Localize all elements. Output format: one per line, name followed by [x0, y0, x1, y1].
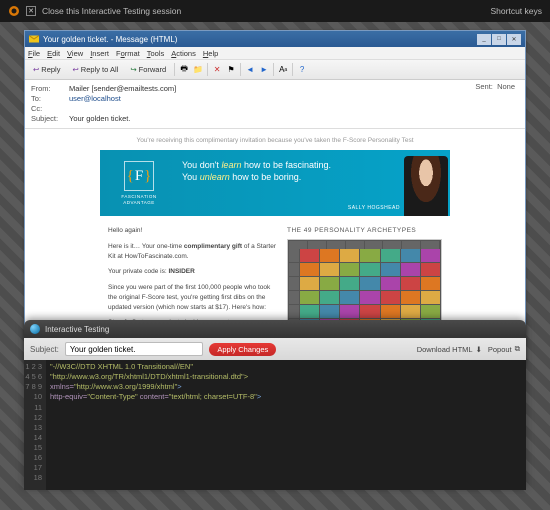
cc-label: Cc:: [31, 104, 69, 113]
maximize-button[interactable]: □: [492, 34, 506, 45]
hero-banner: F FASCINATIONADVANTAGE You don't learn h…: [100, 150, 450, 216]
download-html-link[interactable]: Download HTML ⬇: [417, 345, 482, 354]
from-value: Mailer [sender@emailtests.com]: [69, 84, 176, 93]
menu-edit[interactable]: Edit: [47, 49, 60, 58]
flag-icon[interactable]: ⚑: [225, 64, 237, 76]
menu-format[interactable]: Format: [116, 49, 140, 58]
dev-subject-bar: Subject: Apply Changes Download HTML ⬇ P…: [24, 338, 526, 360]
dev-orb-icon: [30, 324, 40, 334]
reply-button[interactable]: ↩Reply: [28, 62, 65, 77]
to-label: To:: [31, 94, 69, 103]
mail-toolbar: ↩Reply ↩Reply to All ↪Forward 🖶 📁 ✕ ⚑ ◄ …: [25, 60, 525, 80]
mail-headers: Sent: None From:Mailer [sender@emailtest…: [25, 80, 525, 129]
author-photo: [404, 156, 448, 216]
dev-panel: Interactive Testing Subject: Apply Chang…: [24, 320, 526, 490]
mail-menubar: File Edit View Insert Format Tools Actions Help: [25, 47, 525, 60]
dev-title: Interactive Testing: [45, 325, 109, 334]
move-icon[interactable]: 📁: [192, 64, 204, 76]
font-icon[interactable]: Aa: [277, 64, 289, 76]
menu-insert[interactable]: Insert: [90, 49, 109, 58]
dev-header: Interactive Testing: [24, 320, 526, 338]
app-logo-icon: [8, 5, 20, 17]
next-icon[interactable]: ►: [258, 64, 270, 76]
prev-icon[interactable]: ◄: [244, 64, 256, 76]
delete-icon[interactable]: ✕: [211, 64, 223, 76]
subject-label: Subject:: [31, 114, 69, 123]
reply-all-button[interactable]: ↩Reply to All: [67, 62, 123, 77]
menu-view[interactable]: View: [67, 49, 83, 58]
menu-help[interactable]: Help: [203, 49, 218, 58]
dev-subject-input[interactable]: [65, 342, 203, 356]
minimize-button[interactable]: _: [477, 34, 491, 45]
dev-subject-label: Subject:: [30, 345, 59, 354]
to-value: user@localhost: [69, 94, 121, 103]
close-session-icon[interactable]: ✕: [26, 6, 36, 16]
menu-actions[interactable]: Actions: [171, 49, 196, 58]
print-icon[interactable]: 🖶: [178, 64, 190, 76]
author-name: SALLY HOGSHEAD: [348, 205, 400, 211]
shortcut-keys-link[interactable]: Shortcut keys: [491, 6, 543, 16]
code-editor[interactable]: 1 2 3 4 5 6 7 8 9 10 11 12 13 14 15 16 1…: [24, 360, 526, 490]
mail-icon: [29, 34, 39, 44]
close-button[interactable]: ✕: [507, 34, 521, 45]
mail-titlebar: Your golden ticket. - Message (HTML) _ □…: [25, 31, 525, 47]
download-icon: ⬇: [476, 345, 482, 354]
brand-name: FASCINATIONADVANTAGE: [121, 194, 156, 205]
popout-link[interactable]: Popout ⧉: [488, 344, 520, 354]
close-session-label[interactable]: Close this Interactive Testing session: [42, 6, 181, 16]
preview-text: You're receiving this complimentary invi…: [136, 137, 413, 144]
mail-title: Your golden ticket. - Message (HTML): [43, 35, 177, 44]
menu-tools[interactable]: Tools: [147, 49, 165, 58]
app-topbar: ✕ Close this Interactive Testing session…: [0, 0, 550, 22]
menu-file[interactable]: File: [28, 49, 40, 58]
brand-logo: F: [124, 161, 154, 191]
line-gutter: 1 2 3 4 5 6 7 8 9 10 11 12 13 14 15 16 1…: [24, 360, 46, 490]
apply-changes-button[interactable]: Apply Changes: [209, 343, 276, 356]
code-content[interactable]: "-//W3C//DTD XHTML 1.0 Transitional//EN"…: [46, 360, 526, 490]
forward-button[interactable]: ↪Forward: [125, 62, 171, 77]
archetypes-title: THE 49 PERSONALITY ARCHETYPES: [287, 226, 442, 236]
help-icon[interactable]: ?: [296, 64, 308, 76]
mail-window: Your golden ticket. - Message (HTML) _ □…: [24, 30, 526, 364]
popout-icon: ⧉: [515, 344, 520, 354]
subject-value: Your golden ticket.: [69, 114, 130, 123]
from-label: From:: [31, 84, 69, 93]
